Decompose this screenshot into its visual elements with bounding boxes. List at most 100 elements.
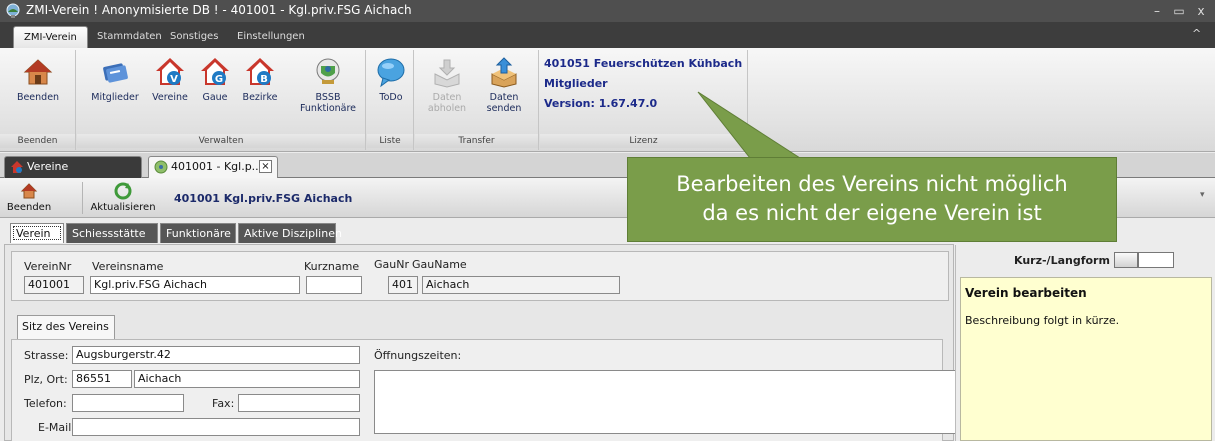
doc-tab-active[interactable]: 401001 - Kgl.p... × — [148, 156, 278, 178]
gaunr-field[interactable]: 401 — [388, 276, 418, 294]
download-box-icon — [434, 59, 460, 88]
callout-line-2: da es nicht der eigene Verein ist — [702, 201, 1042, 225]
fax-label: Fax: — [212, 397, 235, 410]
ribbon-daten-senden-label-1: Daten — [489, 92, 519, 103]
telefon-field[interactable] — [72, 394, 184, 412]
tab-sonstiges[interactable]: Sonstiges — [160, 26, 228, 48]
ribbon-daten-senden-label-2: senden — [486, 103, 522, 114]
ribbon-collapse-button[interactable]: ^ — [1192, 27, 1201, 40]
ribbon-beenden-label: Beenden — [16, 92, 60, 103]
toolbar-dropdown-icon[interactable]: ▾ — [1200, 190, 1205, 200]
ribbon-daten-abholen-label-2: abholen — [427, 103, 467, 114]
ribbon-todo-button[interactable]: ToDo — [371, 52, 411, 130]
vereinnr-field[interactable]: 401001 — [24, 276, 84, 294]
ribbon-daten-senden-button[interactable]: Daten senden — [479, 52, 529, 130]
svg-text:G: G — [215, 74, 223, 85]
tab-sitz-des-vereins[interactable]: Sitz des Vereins — [17, 315, 115, 339]
doc-tab-close-icon[interactable]: × — [259, 160, 272, 173]
group-label-beenden: Beenden — [0, 134, 75, 148]
strasse-label: Strasse: — [24, 349, 69, 362]
vereinnr-label: VereinNr — [24, 260, 72, 273]
vereinsname-label: Vereinsname — [92, 260, 164, 273]
window-title: ZMI-Verein ! Anonymisierte DB ! - 401001… — [26, 3, 412, 17]
toolbar-aktualisieren-label: Aktualisieren — [90, 202, 156, 213]
ribbon-todo-label: ToDo — [379, 92, 403, 103]
oeffnungszeiten-field[interactable] — [374, 370, 958, 434]
doc-tab-vereine[interactable]: Vereine — [4, 156, 142, 178]
strasse-field[interactable]: Augsburgerstr.42 — [72, 346, 360, 364]
gauname-field[interactable]: Aichach — [422, 276, 620, 294]
maximize-button[interactable]: ▭ — [1170, 2, 1188, 20]
record-title: 401001 Kgl.priv.FSG Aichach — [174, 192, 353, 205]
ribbon-daten-abholen-button[interactable]: Daten abholen — [423, 52, 471, 130]
kurz-langform-toggle-track[interactable] — [1138, 252, 1174, 268]
help-title: Verein bearbeiten — [965, 286, 1087, 300]
help-box: Verein bearbeiten Beschreibung folgt in … — [960, 277, 1212, 441]
doc-tab-active-label: 401001 - Kgl.p... — [171, 160, 263, 173]
ribbon-group-verwalten: Mitglieder V Vereine G Gaue B Bezirke BS… — [77, 50, 366, 150]
fax-field[interactable] — [238, 394, 360, 412]
kurz-langform-toggle[interactable] — [1114, 252, 1138, 268]
ribbon-mitglieder-button[interactable]: Mitglieder — [83, 52, 147, 130]
gauname-label: GauName — [412, 258, 467, 271]
group-label-liste: Liste — [367, 134, 413, 148]
tab-verein[interactable]: Verein — [10, 223, 64, 243]
minimize-button[interactable]: – — [1148, 2, 1166, 20]
svg-text:B: B — [260, 74, 268, 85]
toolbar-divider — [82, 182, 83, 214]
ribbon-vereine-label: Vereine — [152, 92, 188, 103]
title-bar: ZMI-Verein ! Anonymisierte DB ! - 401001… — [0, 0, 1215, 22]
toolbar-beenden-label: Beenden — [6, 202, 52, 213]
ribbon-bssb-button[interactable]: BSSB Funktionäre — [295, 52, 361, 130]
bezirke-house-icon: B — [246, 58, 274, 85]
tab-aktive-disziplinen[interactable]: Aktive Disziplinen — [238, 223, 342, 243]
vereinsname-field[interactable]: Kgl.priv.FSG Aichach — [90, 276, 300, 294]
vereine-house-icon: V — [156, 58, 184, 85]
refresh-icon — [114, 182, 132, 200]
ribbon-bezirke-label: Bezirke — [242, 92, 278, 103]
ribbon-group-liste: ToDo Liste — [367, 50, 414, 150]
ribbon-beenden-button[interactable]: Beenden — [4, 52, 72, 130]
sitz-panel: Strasse: Augsburgerstr.42 Plz, Ort: 8655… — [11, 339, 958, 441]
ribbon-daten-abholen-label-1: Daten — [432, 92, 462, 103]
telefon-label: Telefon: — [24, 397, 67, 410]
oeffnungszeiten-label: Öffnungszeiten: — [374, 349, 462, 362]
verein-form: VereinNr 401001 Vereinsname Kgl.priv.FSG… — [4, 244, 958, 441]
tab-zmi-verein[interactable]: ZMI-Verein — [13, 26, 88, 48]
ribbon-tab-bar: ZMI-Verein Stammdaten Sonstiges Einstell… — [0, 22, 1215, 48]
email-label: E-Mail — [38, 421, 72, 434]
close-button[interactable]: x — [1192, 2, 1210, 20]
doc-tab-vereine-label: Vereine — [27, 160, 69, 173]
bssb-crest-icon — [154, 160, 168, 174]
home-exit-icon — [20, 183, 38, 199]
speech-bubble-icon — [377, 58, 405, 88]
plz-field[interactable]: 86551 — [72, 370, 132, 388]
ribbon-gaue-label: Gaue — [202, 92, 228, 103]
help-text: Beschreibung folgt in kürze. — [965, 314, 1120, 327]
ribbon-gaue-button[interactable]: G Gaue — [195, 52, 235, 130]
tab-einstellungen[interactable]: Einstellungen — [227, 26, 315, 48]
kurzname-label: Kurzname — [304, 260, 360, 273]
kurzname-field[interactable] — [306, 276, 362, 294]
email-field[interactable] — [72, 418, 360, 436]
ribbon-bssb-label-1: BSSB — [315, 92, 341, 103]
group-label-verwalten: Verwalten — [77, 134, 365, 148]
tab-funktionaere[interactable]: Funktionäre — [160, 223, 236, 243]
vereine-house-icon — [11, 161, 23, 173]
ribbon-bssb-label-2: Funktionäre — [299, 103, 357, 114]
toolbar-aktualisieren-button[interactable]: Aktualisieren — [88, 180, 158, 216]
plz-ort-label: Plz, Ort: — [24, 373, 68, 386]
ribbon-mitglieder-label: Mitglieder — [91, 92, 139, 103]
tab-schiessstaette[interactable]: Schiessstätte — [66, 223, 158, 243]
kurz-langform-label: Kurz-/Langform — [1014, 254, 1110, 267]
toolbar-beenden-button[interactable]: Beenden — [4, 180, 54, 216]
svg-text:V: V — [170, 74, 178, 85]
help-panel: Kurz-/Langform Verein bearbeiten Beschre… — [955, 245, 1215, 441]
ort-field[interactable]: Aichach — [134, 370, 360, 388]
bssb-crest-icon — [316, 58, 340, 84]
upload-box-icon — [491, 57, 517, 88]
ribbon-bezirke-button[interactable]: B Bezirke — [237, 52, 283, 130]
gaue-house-icon: G — [201, 58, 229, 85]
ribbon-vereine-button[interactable]: V Vereine — [148, 52, 192, 130]
ribbon: Beenden Beenden Mitglieder V Vereine G G… — [0, 48, 1215, 152]
